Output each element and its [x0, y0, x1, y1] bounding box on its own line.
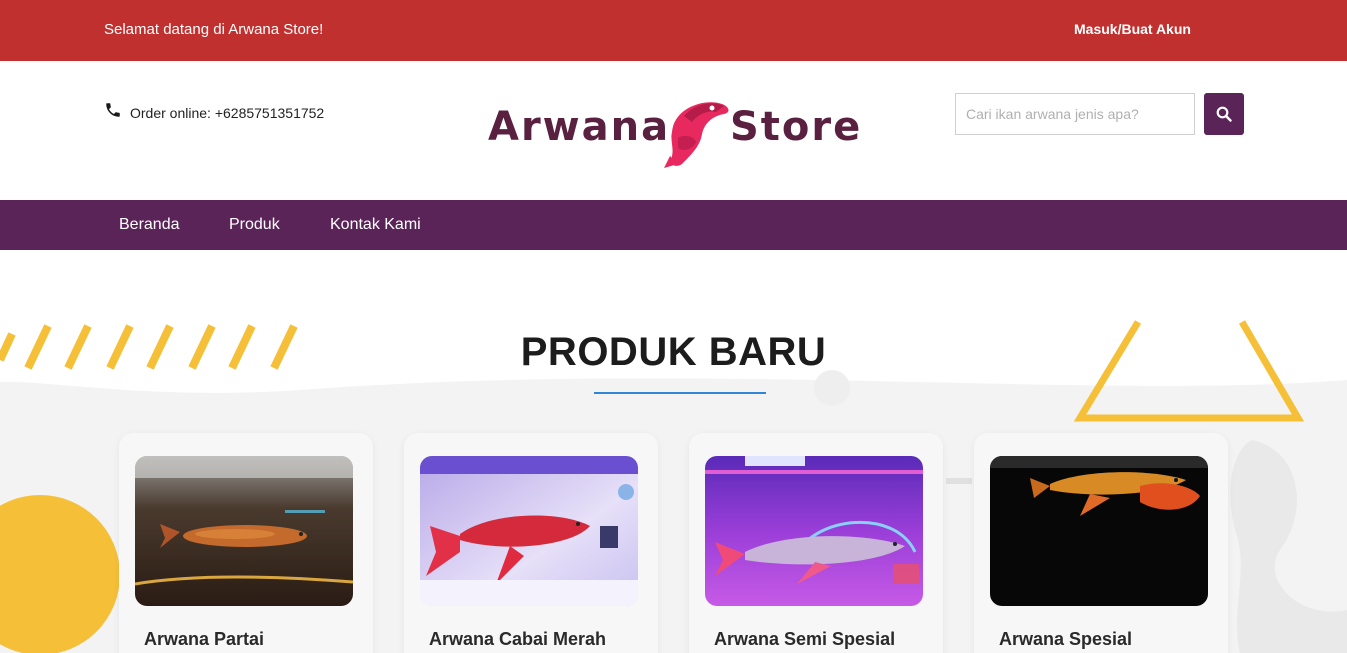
- login-register-link[interactable]: Masuk/Buat Akun: [1074, 21, 1191, 37]
- product-image[interactable]: [420, 456, 638, 606]
- product-card[interactable]: Arwana Spesial: [974, 433, 1228, 653]
- search-button[interactable]: [1204, 93, 1244, 135]
- svg-text:Store: Store: [730, 104, 860, 150]
- product-card[interactable]: Arwana Partai: [119, 433, 373, 653]
- order-phone: Order online: +6285751351752: [104, 103, 325, 121]
- section-title: PRODUK BARU: [520, 330, 827, 374]
- main-nav: Beranda Produk Kontak Kami: [0, 200, 1347, 250]
- arowana-fish-mark: [664, 102, 729, 168]
- svg-text:Arwana: Arwana: [488, 104, 670, 150]
- title-underline: [594, 392, 766, 394]
- product-image[interactable]: [990, 456, 1208, 606]
- order-phone-text: Order online: +6285751351752: [130, 105, 325, 121]
- nav-item-produk[interactable]: Produk: [229, 216, 280, 234]
- product-name[interactable]: Arwana Partai: [144, 629, 264, 650]
- product-card[interactable]: Arwana Cabai Merah: [404, 433, 658, 653]
- logo-text-right: Store: [730, 104, 860, 150]
- top-bar: Selamat datang di Arwana Store! Masuk/Bu…: [0, 0, 1347, 61]
- product-image[interactable]: [705, 456, 923, 606]
- logo-text-left: Arwana: [488, 104, 670, 150]
- phone-icon: [106, 103, 120, 117]
- arwana-store-logo[interactable]: Arwana Store: [488, 92, 860, 168]
- nav-item-beranda[interactable]: Beranda: [119, 216, 180, 234]
- product-image[interactable]: [135, 456, 353, 606]
- nav-item-kontak-kami[interactable]: Kontak Kami: [330, 216, 421, 234]
- welcome-text: Selamat datang di Arwana Store!: [104, 21, 324, 38]
- new-products-section: PRODUK BARU Arwana Partai Arwana Cabai M…: [0, 250, 1347, 653]
- product-card[interactable]: Arwana Semi Spesial: [689, 433, 943, 653]
- product-name[interactable]: Arwana Semi Spesial: [714, 629, 895, 650]
- search-icon: [1216, 106, 1232, 122]
- product-name[interactable]: Arwana Spesial: [999, 629, 1132, 650]
- search-input[interactable]: [955, 93, 1195, 135]
- site-header: Order online: +6285751351752 Arwana Stor…: [0, 61, 1347, 200]
- product-name[interactable]: Arwana Cabai Merah: [429, 629, 606, 650]
